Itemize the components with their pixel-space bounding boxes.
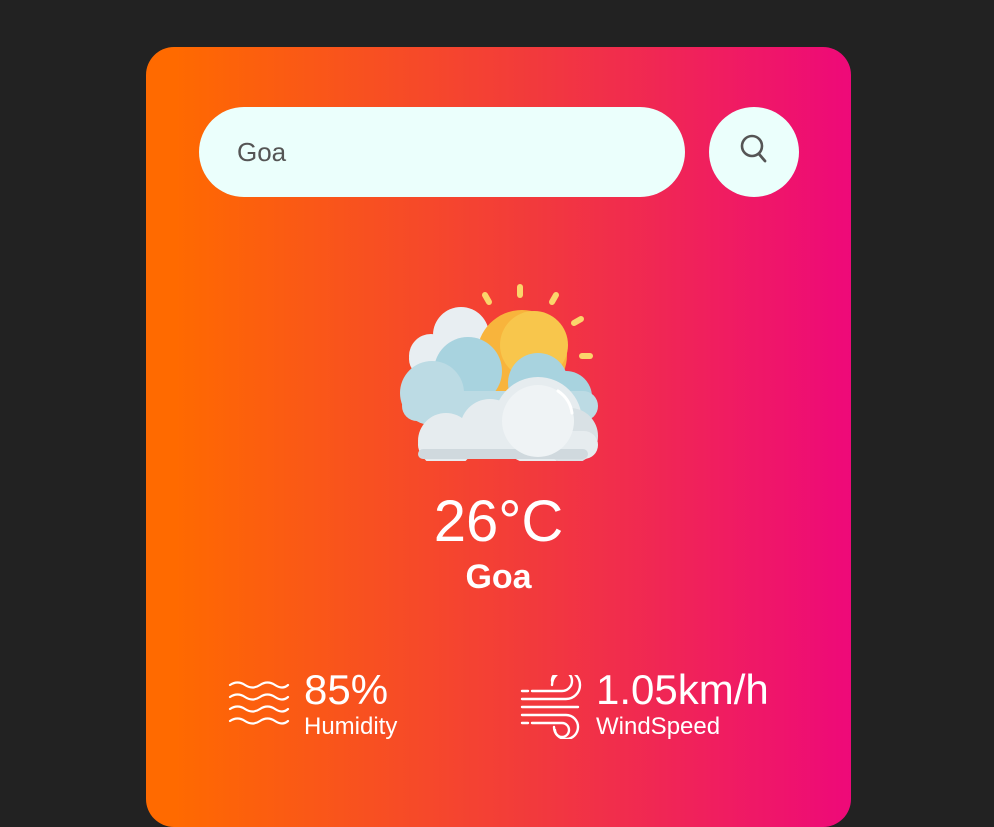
search-icon	[740, 134, 767, 163]
humidity-label: Humidity	[304, 713, 398, 740]
search-input[interactable]	[199, 107, 685, 197]
search-button[interactable]	[709, 107, 799, 197]
partly-cloudy-sun-icon	[400, 284, 598, 461]
humidity-value: 85%	[304, 666, 389, 713]
wind-stat: 1.05km/h WindSpeed	[520, 667, 780, 747]
humidity-stat: 85% Humidity	[228, 667, 428, 747]
temperature: 26°C	[433, 489, 564, 554]
city-name: Goa	[465, 558, 532, 596]
weather-card: 26°C Goa 85% Humidity 1.05km	[146, 47, 851, 827]
humidity-waves-icon	[228, 681, 290, 725]
wind-speed-value: 1.05km/h	[596, 666, 769, 713]
wind-speed-label: WindSpeed	[596, 713, 721, 740]
wind-icon	[520, 675, 582, 739]
